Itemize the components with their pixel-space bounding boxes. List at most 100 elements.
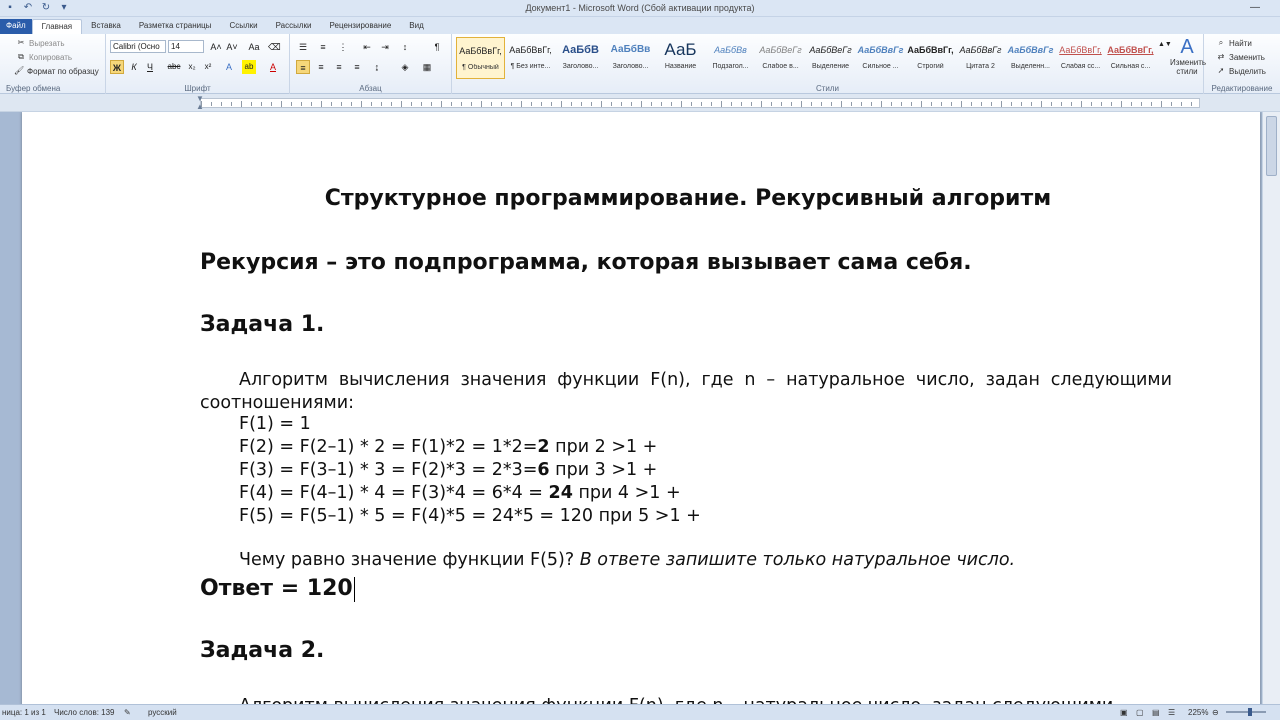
- spellcheck-icon[interactable]: ✎: [124, 708, 131, 717]
- highlight-icon[interactable]: ab: [242, 60, 256, 74]
- numbering-icon[interactable]: ≡: [316, 40, 330, 54]
- document-workspace: Структурное программирование. Рекурсивны…: [0, 112, 1280, 704]
- scroll-thumb[interactable]: [1266, 116, 1277, 176]
- style-item[interactable]: АаБбВвГг Выделенн...: [1006, 37, 1055, 79]
- tab-insert[interactable]: Вставка: [82, 19, 130, 34]
- web-layout-icon[interactable]: ▤: [1152, 708, 1160, 717]
- copy-button[interactable]: ⧉ Копировать: [16, 52, 72, 62]
- ruler-tick: [1071, 102, 1072, 106]
- page-count[interactable]: ница: 1 из 1: [2, 708, 46, 717]
- zoom-slider-knob[interactable]: [1248, 708, 1252, 716]
- font-color-icon[interactable]: A: [266, 60, 280, 74]
- style-item[interactable]: АаБбВвГг, Слабая сс...: [1056, 37, 1105, 79]
- multilevel-list-icon[interactable]: ⋮: [336, 40, 350, 54]
- text-effects-icon[interactable]: A: [222, 60, 236, 74]
- style-item[interactable]: АаБбВ Заголово...: [556, 37, 605, 79]
- find-button[interactable]: ⌕ Найти: [1216, 38, 1252, 48]
- ruler-tick: [781, 102, 782, 106]
- align-right-icon[interactable]: ≡: [332, 60, 346, 74]
- print-layout-icon[interactable]: ▣: [1120, 708, 1128, 717]
- sort-icon[interactable]: ↕: [398, 40, 412, 54]
- ruler-tick: [861, 102, 862, 106]
- tab-view[interactable]: Вид: [400, 19, 432, 34]
- paragraph-group-label: Абзац: [359, 84, 382, 93]
- show-marks-icon[interactable]: ¶: [430, 40, 444, 54]
- answer-line: Ответ = 120: [200, 576, 355, 602]
- change-styles-button[interactable]: A Изменить стили: [1170, 36, 1206, 76]
- ruler-tick: [581, 102, 582, 106]
- replace-button[interactable]: ⇄ Заменить: [1216, 52, 1265, 62]
- tab-review[interactable]: Рецензирование: [321, 19, 401, 34]
- shading-icon[interactable]: ◈: [398, 60, 412, 74]
- cut-button[interactable]: ✂ Вырезать: [16, 38, 65, 48]
- ruler-tick: [501, 102, 502, 106]
- style-item[interactable]: АаБбВвГг, Сильная с...: [1106, 37, 1155, 79]
- align-center-icon[interactable]: ≡: [314, 60, 328, 74]
- word-count[interactable]: Число слов: 139: [54, 708, 114, 717]
- outline-icon[interactable]: ☰: [1168, 708, 1175, 717]
- style-item[interactable]: АаБбВвГг Цитата 2: [956, 37, 1005, 79]
- ruler-tick: [711, 102, 712, 106]
- tab-file[interactable]: Файл: [0, 19, 32, 34]
- superscript-icon[interactable]: x²: [202, 60, 214, 74]
- style-item[interactable]: АаБбВвГг, ¶ Без инте...: [506, 37, 555, 79]
- style-item[interactable]: АаБбВвГг, ¶ Обычный: [456, 37, 505, 79]
- tab-mailings[interactable]: Рассылки: [267, 19, 321, 34]
- decrease-indent-icon[interactable]: ⇤: [360, 40, 374, 54]
- ruler-tick: [1011, 102, 1012, 106]
- style-item[interactable]: АаБбВвГг, Строгий: [906, 37, 955, 79]
- tab-references[interactable]: Ссылки: [220, 19, 266, 34]
- ruler-tick: [631, 102, 632, 106]
- minimize-icon[interactable]: —: [1250, 2, 1264, 14]
- font-name-combo[interactable]: Calibri (Осно: [110, 40, 166, 53]
- grow-font-icon[interactable]: A˄: [210, 40, 222, 54]
- zoom-slider[interactable]: [1226, 708, 1266, 716]
- bullets-icon[interactable]: ☰: [296, 40, 310, 54]
- ruler-tick: [481, 101, 482, 107]
- task-2-paragraph: Алгоритм вычисления значения функции F(n…: [239, 696, 1113, 704]
- align-left-icon[interactable]: ≡: [296, 60, 310, 74]
- justify-icon[interactable]: ≡: [350, 60, 364, 74]
- ruler-tick: [801, 101, 802, 107]
- ruler-tick: [891, 102, 892, 106]
- style-item[interactable]: АаБбВвГг Сильное ...: [856, 37, 905, 79]
- format-painter-button[interactable]: 🖌 Формат по образцу: [14, 66, 99, 76]
- indent-marker-icon[interactable]: ▼ ▲: [196, 95, 204, 111]
- tab-page-layout[interactable]: Разметка страницы: [130, 19, 221, 34]
- borders-icon[interactable]: ▦: [420, 60, 434, 74]
- strikethrough-button[interactable]: abc: [166, 60, 182, 74]
- style-item[interactable]: АаБбВеГг Слабое в...: [756, 37, 805, 79]
- style-item[interactable]: АаБбВв Заголово...: [606, 37, 655, 79]
- zoom-out-icon[interactable]: ⊖: [1212, 708, 1219, 717]
- ruler-tick: [371, 102, 372, 106]
- language-indicator[interactable]: русский: [148, 708, 177, 717]
- styles-scroll-icon[interactable]: ▲▼: [1158, 38, 1172, 52]
- task-2-heading: Задача 2.: [200, 638, 325, 663]
- horizontal-ruler[interactable]: ▼ ▲: [0, 94, 1280, 112]
- document-page[interactable]: Структурное программирование. Рекурсивны…: [22, 112, 1260, 704]
- line-spacing-icon[interactable]: ↨: [370, 60, 384, 74]
- select-button[interactable]: ➚ Выделить: [1216, 66, 1266, 76]
- increase-indent-icon[interactable]: ⇥: [378, 40, 392, 54]
- font-size-combo[interactable]: 14: [168, 40, 204, 53]
- italic-button[interactable]: К: [128, 60, 140, 74]
- zoom-level[interactable]: 225%: [1188, 708, 1208, 717]
- underline-button[interactable]: Ч: [144, 60, 156, 74]
- vertical-scrollbar[interactable]: [1262, 112, 1280, 704]
- style-item[interactable]: АаБ Название: [656, 37, 705, 79]
- clear-format-icon[interactable]: ⌫: [268, 40, 281, 54]
- ruler-tick: [701, 102, 702, 106]
- bold-button[interactable]: Ж: [110, 60, 124, 74]
- document-title: Структурное программирование. Рекурсивны…: [324, 186, 1052, 211]
- style-item[interactable]: АаБбВеГг Выделение: [806, 37, 855, 79]
- ruler-tick: [741, 102, 742, 106]
- question-text: Чему равно значение функции F(5)? В отве…: [239, 550, 1016, 570]
- style-item[interactable]: АаБбВв Подзагол...: [706, 37, 755, 79]
- ruler-tick: [431, 102, 432, 106]
- tab-home[interactable]: Главная: [31, 19, 83, 34]
- ruler-tick: [561, 101, 562, 107]
- fullscreen-icon[interactable]: ▢: [1136, 708, 1144, 717]
- subscript-icon[interactable]: x₂: [186, 60, 198, 74]
- shrink-font-icon[interactable]: A˅: [226, 40, 238, 54]
- change-case-icon[interactable]: Aa: [246, 40, 262, 54]
